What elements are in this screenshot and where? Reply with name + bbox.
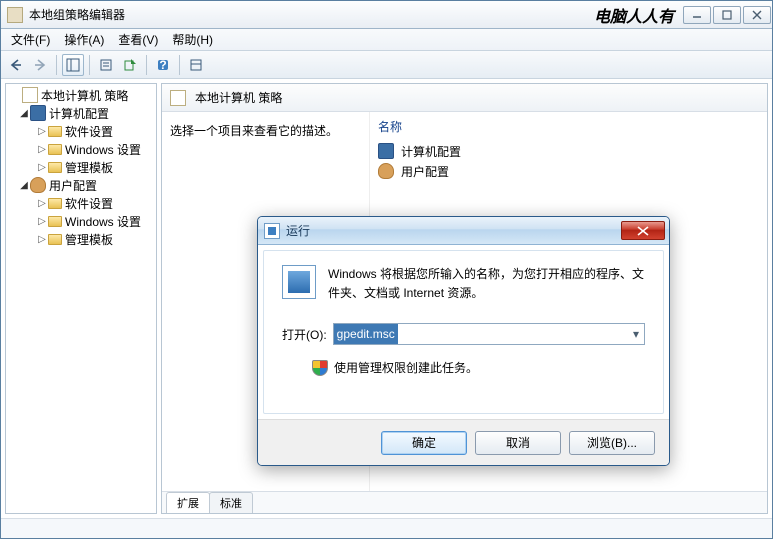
menu-help[interactable]: 帮助(H)	[166, 29, 219, 50]
dialog-close-button[interactable]	[621, 221, 665, 240]
show-tree-button[interactable]	[62, 54, 84, 76]
menu-file[interactable]: 文件(F)	[5, 29, 56, 50]
tree-admin-templates[interactable]: ▷管理模板	[6, 158, 156, 176]
list-label: 用户配置	[401, 163, 449, 180]
shield-icon	[312, 360, 328, 376]
svg-text:?: ?	[159, 58, 166, 72]
maximize-button[interactable]	[713, 6, 741, 24]
tree-label: 管理模板	[65, 159, 113, 176]
app-icon	[7, 7, 23, 23]
tree-software-settings[interactable]: ▷软件设置	[6, 194, 156, 212]
detail-header: 本地计算机 策略	[162, 84, 767, 112]
tree-label: 本地计算机 策略	[41, 87, 128, 104]
toolbar: ?	[1, 51, 772, 79]
ok-button[interactable]: 确定	[381, 431, 467, 455]
help-button[interactable]: ?	[152, 54, 174, 76]
chevron-down-icon[interactable]: ▾	[629, 326, 643, 342]
tree-label: 用户配置	[49, 177, 97, 194]
tab-strip: 扩展 标准	[162, 491, 767, 513]
tree-label: 管理模板	[65, 231, 113, 248]
window-title: 本地组策略编辑器	[29, 6, 125, 23]
list-label: 计算机配置	[401, 143, 461, 160]
cancel-button[interactable]: 取消	[475, 431, 561, 455]
menu-view[interactable]: 查看(V)	[112, 29, 164, 50]
column-header-name[interactable]: 名称	[378, 118, 759, 135]
open-label: 打开(O):	[282, 326, 327, 343]
tab-extended[interactable]: 扩展	[166, 492, 210, 513]
run-dialog: 运行 Windows 将根据您所输入的名称，为您打开相应的程序、文件夹、文档或 …	[257, 216, 670, 466]
tab-standard[interactable]: 标准	[209, 492, 253, 513]
titlebar: 本地组策略编辑器 电脑人人有	[1, 1, 772, 29]
properties-button[interactable]	[95, 54, 117, 76]
list-item[interactable]: 用户配置	[378, 161, 759, 181]
tree-user-config[interactable]: ◢用户配置	[6, 176, 156, 194]
close-button[interactable]	[743, 6, 771, 24]
tree-label: Windows 设置	[65, 213, 141, 230]
filter-button[interactable]	[185, 54, 207, 76]
tree-label: 计算机配置	[49, 105, 109, 122]
tree-computer-config[interactable]: ◢计算机配置	[6, 104, 156, 122]
dialog-titlebar: 运行	[258, 217, 669, 245]
status-bar	[1, 518, 772, 538]
dialog-title: 运行	[286, 222, 621, 239]
tree-label: 软件设置	[65, 123, 113, 140]
detail-prompt: 选择一个项目来查看它的描述。	[170, 122, 361, 139]
brand-text: 电脑人人有	[594, 3, 674, 27]
menu-action[interactable]: 操作(A)	[58, 29, 110, 50]
run-icon	[264, 223, 280, 239]
tree-pane[interactable]: 本地计算机 策略 ◢计算机配置 ▷软件设置 ▷Windows 设置 ▷管理模板 …	[5, 83, 157, 514]
doc-icon	[170, 90, 186, 106]
tree-software-settings[interactable]: ▷软件设置	[6, 122, 156, 140]
forward-button[interactable]	[29, 54, 51, 76]
detail-title: 本地计算机 策略	[195, 89, 282, 106]
back-button[interactable]	[5, 54, 27, 76]
export-button[interactable]	[119, 54, 141, 76]
open-input[interactable]	[333, 323, 645, 345]
computer-icon	[378, 143, 394, 159]
admin-note: 使用管理权限创建此任务。	[334, 359, 478, 376]
tree-admin-templates[interactable]: ▷管理模板	[6, 230, 156, 248]
menubar: 文件(F) 操作(A) 查看(V) 帮助(H)	[1, 29, 772, 51]
browse-button[interactable]: 浏览(B)...	[569, 431, 655, 455]
tree-label: 软件设置	[65, 195, 113, 212]
tree-label: Windows 设置	[65, 141, 141, 158]
list-item[interactable]: 计算机配置	[378, 141, 759, 161]
tree-windows-settings[interactable]: ▷Windows 设置	[6, 212, 156, 230]
run-description: Windows 将根据您所输入的名称，为您打开相应的程序、文件夹、文档或 Int…	[328, 265, 645, 303]
user-icon	[378, 163, 394, 179]
tree-root[interactable]: 本地计算机 策略	[6, 86, 156, 104]
tree-windows-settings[interactable]: ▷Windows 设置	[6, 140, 156, 158]
dialog-footer: 确定 取消 浏览(B)...	[258, 419, 669, 465]
open-combobox[interactable]: gpedit.msc ▾	[333, 323, 645, 345]
minimize-button[interactable]	[683, 6, 711, 24]
run-app-icon	[282, 265, 316, 299]
